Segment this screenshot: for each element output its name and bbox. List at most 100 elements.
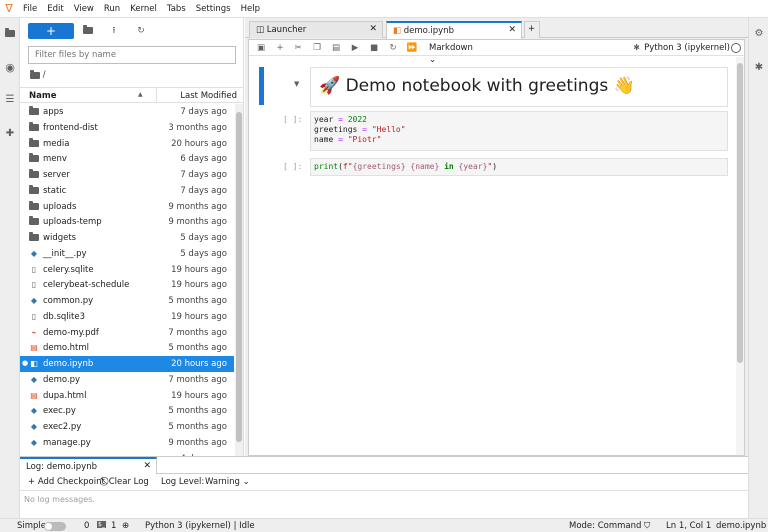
refresh-icon[interactable]: ↻ bbox=[135, 25, 147, 37]
close-icon[interactable]: ✕ bbox=[508, 25, 516, 35]
file-row[interactable]: apps 7 days ago bbox=[20, 104, 234, 120]
file-row[interactable]: menv 6 days ago bbox=[20, 151, 234, 167]
file-name: dupa.html bbox=[43, 390, 87, 401]
file-filter-input[interactable] bbox=[28, 46, 236, 64]
insert-cell-icon[interactable]: + bbox=[274, 42, 286, 54]
log-toolbar: + Add Checkpoint ⃠ Clear Log Log Level: … bbox=[20, 474, 748, 491]
new-launcher-button[interactable]: + bbox=[28, 23, 74, 39]
extension-manager-icon[interactable]: ✚ bbox=[4, 128, 16, 140]
editor-mode[interactable]: Mode: Command bbox=[569, 521, 641, 531]
column-modified-header[interactable]: Last Modified bbox=[180, 91, 237, 101]
file-row[interactable]: ◆ exec2.py 5 months ago bbox=[20, 419, 234, 435]
menu-file[interactable]: File bbox=[18, 4, 42, 14]
file-modified: 5 days ago bbox=[180, 233, 227, 243]
file-row[interactable]: ◆ common.py 5 months ago bbox=[20, 293, 234, 309]
jupyter-logo-icon: ᐁ bbox=[5, 2, 13, 15]
column-divider[interactable] bbox=[156, 88, 157, 103]
markdown-cell[interactable]: 🚀 Demo notebook with greetings 👋 bbox=[310, 67, 728, 107]
add-checkpoint-button[interactable]: + Add Checkpoint bbox=[28, 477, 105, 487]
file-modified: 6 days ago bbox=[180, 154, 227, 165]
simple-mode-toggle[interactable] bbox=[44, 522, 66, 531]
collapse-heading-icon[interactable]: ▼ bbox=[294, 80, 299, 88]
file-row[interactable]: ▯ db.sqlite3 19 hours ago bbox=[20, 309, 234, 325]
file-name: db.sqlite3 bbox=[43, 311, 86, 322]
close-icon[interactable]: ✕ bbox=[143, 461, 151, 471]
table-of-contents-icon[interactable]: ☰ bbox=[4, 94, 16, 106]
menu-view[interactable]: View bbox=[69, 4, 99, 14]
file-row[interactable]: ◆ demo.py 7 months ago bbox=[20, 372, 234, 388]
file-row[interactable]: ◆ manage.py 9 months ago bbox=[20, 435, 234, 451]
breadcrumb[interactable]: / bbox=[30, 70, 46, 80]
kernel-status-icon bbox=[731, 43, 741, 53]
column-name-header[interactable]: Name bbox=[29, 91, 56, 101]
code-cell[interactable]: print(f"{greetings} {name} in {year}") bbox=[310, 158, 728, 176]
shield-icon[interactable]: ⛉ bbox=[644, 521, 650, 531]
tab-bar: ◫ Launcher ✕ ◧ demo.ipynb ✕ + bbox=[245, 18, 748, 39]
menu-edit[interactable]: Edit bbox=[42, 4, 68, 14]
save-icon[interactable]: ▣ bbox=[255, 42, 267, 54]
file-row[interactable]: ◆ exec.py 5 months ago bbox=[20, 403, 234, 419]
paste-icon[interactable]: ▤ bbox=[330, 42, 342, 54]
kernel-name[interactable]: Python 3 (ipykernel) bbox=[644, 43, 730, 53]
file-row[interactable]: media 20 hours ago bbox=[20, 136, 234, 152]
file-modified: 19 hours ago bbox=[171, 280, 227, 291]
file-modified: 7 days ago bbox=[180, 185, 227, 196]
menu-kernel[interactable]: Kernel bbox=[125, 4, 162, 14]
property-inspector-icon[interactable]: ⚙ bbox=[753, 28, 765, 40]
file-name: widgets bbox=[43, 233, 77, 243]
file-list-scrollbar[interactable] bbox=[235, 104, 243, 456]
file-row[interactable]: static 7 days ago bbox=[20, 183, 234, 199]
folder-icon[interactable] bbox=[4, 28, 16, 40]
file-row[interactable]: frontend-dist 3 months ago bbox=[20, 120, 234, 136]
left-sidebar: ◉ ☰ ✚ bbox=[0, 18, 20, 518]
copy-icon[interactable]: ❐ bbox=[311, 42, 323, 54]
notebook-scrollbar[interactable] bbox=[736, 57, 744, 455]
debugger-icon[interactable]: ✱ bbox=[753, 62, 765, 74]
tab-demo-notebook[interactable]: ◧ demo.ipynb ✕ bbox=[386, 21, 522, 39]
menu-bar: ᐁ File Edit View Run Kernel Tabs Setting… bbox=[0, 0, 768, 18]
file-row[interactable]: uploads 9 months ago bbox=[20, 199, 234, 215]
file-row[interactable]: ● ◧ demo.ipynb 20 hours ago bbox=[20, 356, 234, 372]
file-row[interactable]: ▯ celery.sqlite 19 hours ago bbox=[20, 262, 234, 278]
file-row[interactable]: ⌁ demo-my.pdf 7 months ago bbox=[20, 325, 234, 341]
notebook-toolbar: ▣ + ✂ ❐ ▤ ▶ ■ ↻ ⏩ Markdown ⌄ ✱ Python 3 … bbox=[249, 40, 744, 65]
file-row[interactable]: uploads-temp 9 months ago bbox=[20, 214, 234, 230]
python-file-icon: ◆ bbox=[30, 422, 38, 431]
file-row[interactable]: server 7 days ago bbox=[20, 167, 234, 183]
stop-icon[interactable]: ■ bbox=[368, 42, 380, 54]
menu-settings[interactable]: Settings bbox=[191, 4, 236, 14]
menu-help[interactable]: Help bbox=[236, 4, 265, 14]
restart-icon[interactable]: ↻ bbox=[387, 42, 399, 54]
globe-icon[interactable]: ⊕ bbox=[122, 521, 129, 531]
file-name: exec.py bbox=[43, 406, 76, 417]
clear-log-button[interactable]: ⃠ Clear Log bbox=[106, 477, 149, 487]
file-row[interactable]: ▯ celerybeat-schedule 19 hours ago bbox=[20, 277, 234, 293]
folder-icon bbox=[29, 121, 39, 133]
close-icon[interactable]: ✕ bbox=[369, 24, 377, 34]
code-cell[interactable]: year = 2022 greetings = "Hello" name = "… bbox=[310, 111, 728, 151]
menu-tabs[interactable]: Tabs bbox=[162, 4, 191, 14]
run-icon[interactable]: ▶ bbox=[349, 42, 361, 54]
cursor-position[interactable]: Ln 1, Col 1 bbox=[666, 521, 711, 531]
file-row[interactable]: ▤ demo.html 5 months ago bbox=[20, 340, 234, 356]
new-tab-button[interactable]: + bbox=[524, 21, 540, 38]
terminal-icon[interactable]: $_ bbox=[97, 521, 106, 528]
file-row[interactable]: ◆ __init__.py 5 days ago bbox=[20, 246, 234, 262]
new-folder-icon[interactable] bbox=[82, 25, 94, 37]
file-row[interactable]: widgets 5 days ago bbox=[20, 230, 234, 246]
file-modified: 9 months ago bbox=[168, 437, 227, 448]
kernel-status-text[interactable]: Python 3 (ipykernel) | Idle bbox=[145, 521, 255, 531]
upload-icon[interactable]: ⭱ bbox=[108, 25, 120, 37]
menu-run[interactable]: Run bbox=[99, 4, 125, 14]
tab-launcher[interactable]: ◫ Launcher ✕ bbox=[249, 21, 383, 38]
running-kernels-icon[interactable]: ◉ bbox=[4, 62, 16, 74]
file-row[interactable]: ▤ dupa.html 19 hours ago bbox=[20, 388, 234, 404]
log-level-select[interactable]: Warning ⌄ bbox=[205, 477, 250, 487]
file-icon: ▯ bbox=[31, 280, 37, 290]
bug-icon[interactable]: ✱ bbox=[633, 43, 640, 52]
cell-type-select[interactable]: Markdown ⌄ bbox=[429, 42, 481, 65]
cut-icon[interactable]: ✂ bbox=[292, 42, 304, 54]
tab-log[interactable]: Log: demo.ipynb ✕ bbox=[20, 457, 157, 474]
restart-run-all-icon[interactable]: ⏩ bbox=[406, 42, 418, 54]
log-level-label: Log Level: bbox=[161, 477, 205, 487]
